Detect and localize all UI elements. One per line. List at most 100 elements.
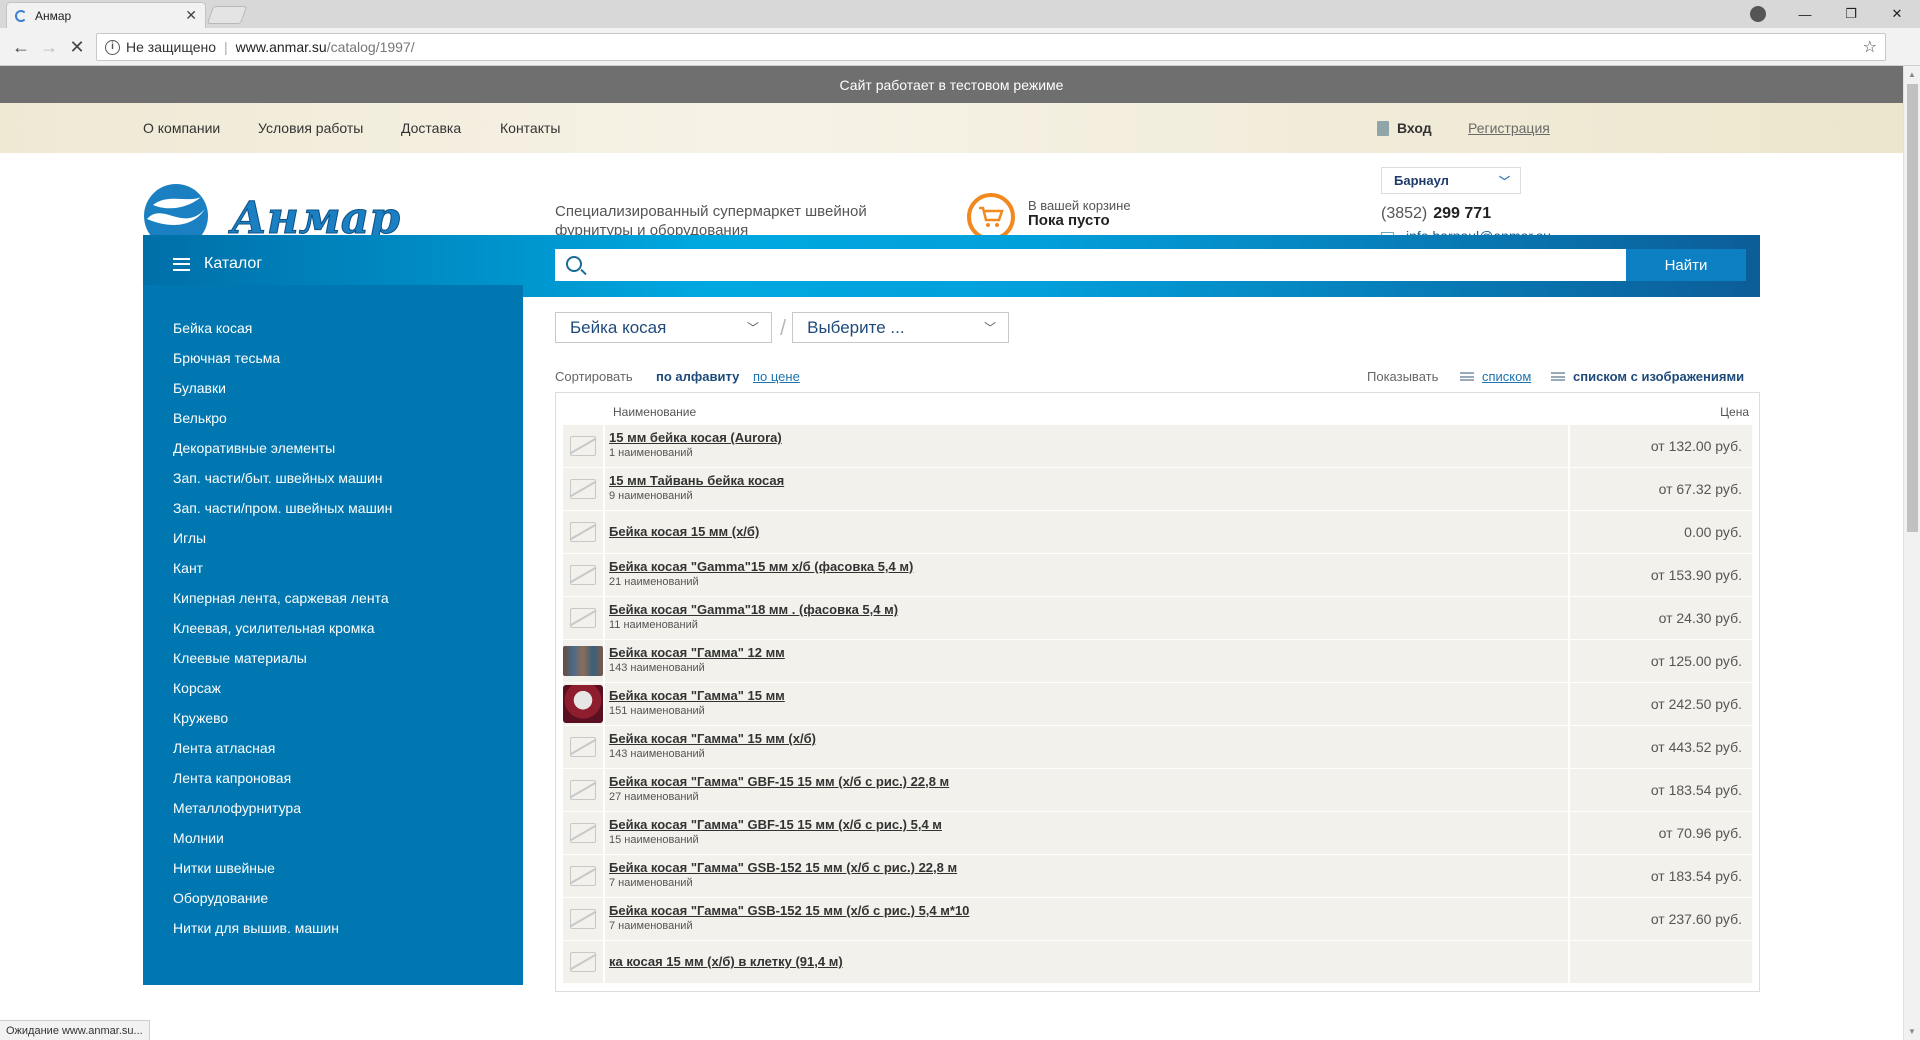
product-link[interactable]: Бейка косая "Гамма" GBF-15 15 мм (х/б с … xyxy=(609,774,1568,789)
sidebar-item[interactable]: Молнии xyxy=(143,823,523,853)
sidebar-item[interactable]: Лента капроновая xyxy=(143,763,523,793)
sidebar-item[interactable]: Клеевая, усилительная кромка xyxy=(143,613,523,643)
minimize-icon[interactable]: — xyxy=(1782,0,1828,28)
sidebar-item[interactable]: Нитки швейные xyxy=(143,853,523,883)
info-icon[interactable]: i xyxy=(105,39,120,55)
product-link[interactable]: Бейка косая 15 мм (х/б) xyxy=(609,524,1568,539)
register-link[interactable]: Регистрация xyxy=(1468,120,1550,136)
sidebar-item[interactable]: Корсаж xyxy=(143,673,523,703)
catalog-button[interactable]: Каталог xyxy=(173,255,262,273)
product-link[interactable]: Бейка косая "Гамма" GSB-152 15 мм (х/б с… xyxy=(609,860,1568,875)
product-thumbnail[interactable] xyxy=(563,898,603,940)
sidebar-item[interactable]: Оборудование xyxy=(143,883,523,913)
sidebar-item[interactable]: Булавки xyxy=(143,373,523,403)
sidebar-item[interactable]: Кант xyxy=(143,553,523,583)
sidebar-item[interactable]: Зап. части/пром. швейных машин xyxy=(143,493,523,523)
product-thumbnail[interactable] xyxy=(563,597,603,639)
sidebar-item[interactable]: Клеевые материалы xyxy=(143,643,523,673)
url-bar[interactable]: i Не защищено | www.anmar.su /catalog/19… xyxy=(96,33,1886,61)
product-link[interactable]: Бейка косая "Гамма" GBF-15 15 мм (х/б с … xyxy=(609,817,1568,832)
search-input[interactable] xyxy=(555,249,1626,281)
product-thumbnail[interactable] xyxy=(563,640,603,682)
table-row[interactable]: Бейка косая "Гамма" GSB-152 15 мм (х/б с… xyxy=(563,898,1752,941)
forward-arrow-icon[interactable]: → xyxy=(38,37,60,58)
sidebar-item[interactable]: Бейка косая xyxy=(143,313,523,343)
subcategory-select[interactable]: Выберите ... ﹀ xyxy=(792,312,1010,343)
close-window-icon[interactable]: ✕ xyxy=(1874,0,1920,28)
product-thumbnail[interactable] xyxy=(563,726,603,768)
table-row[interactable]: Бейка косая "Гамма" GBF-15 15 мм (х/б с … xyxy=(563,812,1752,855)
sidebar-item[interactable]: Лента атласная xyxy=(143,733,523,763)
product-photo xyxy=(563,685,603,723)
scrollbar-thumb[interactable] xyxy=(1907,84,1918,532)
nav-terms[interactable]: Условия работы xyxy=(258,120,363,136)
product-link[interactable]: Бейка косая "Гамма" 12 мм xyxy=(609,645,1568,660)
search-button[interactable]: Найти xyxy=(1626,249,1746,281)
cart-summary[interactable]: В вашей корзине Пока пусто xyxy=(1028,198,1131,228)
view-images-toggle[interactable]: списком с изображениями xyxy=(1551,369,1744,384)
product-link[interactable]: 15 мм бейка косая (Aurora) xyxy=(609,430,1568,445)
maximize-icon[interactable]: ❐ xyxy=(1828,0,1874,28)
product-link[interactable]: ка косая 15 мм (х/б) в клетку (91,4 м) xyxy=(609,954,1568,969)
page-scrollbar[interactable]: ▲ ▼ xyxy=(1903,66,1920,1040)
table-row[interactable]: Бейка косая 15 мм (х/б) 0.00 руб. xyxy=(563,511,1752,554)
product-thumbnail[interactable] xyxy=(563,855,603,897)
back-arrow-icon[interactable]: ← xyxy=(10,37,32,58)
product-price: от 242.50 руб. xyxy=(1570,683,1752,725)
nav-about[interactable]: О компании xyxy=(143,120,220,136)
product-link[interactable]: Бейка косая "Гамма" GSB-152 15 мм (х/б с… xyxy=(609,903,1568,918)
table-row[interactable]: Бейка косая "Гамма" GSB-152 15 мм (х/б с… xyxy=(563,855,1752,898)
stop-icon[interactable]: ✕ xyxy=(66,37,88,58)
cart-icon[interactable] xyxy=(967,193,1015,241)
table-row[interactable]: Бейка косая "Gamma"18 мм . (фасовка 5,4 … xyxy=(563,597,1752,640)
sidebar-item[interactable]: Зап. части/быт. швейных машин xyxy=(143,463,523,493)
sort-alpha[interactable]: по алфавиту xyxy=(656,369,739,384)
table-row[interactable]: Бейка косая "Гамма" 12 мм 143 наименовани… xyxy=(563,640,1752,683)
product-thumbnail[interactable] xyxy=(563,812,603,854)
scroll-down-icon[interactable]: ▼ xyxy=(1908,1027,1916,1036)
table-row[interactable]: Бейка косая "Гамма" 15 мм (х/б) 143 наиме… xyxy=(563,726,1752,769)
sidebar-item[interactable]: Декоративные элементы xyxy=(143,433,523,463)
product-thumbnail[interactable] xyxy=(563,683,603,725)
nav-contacts[interactable]: Контакты xyxy=(500,120,560,136)
city-select[interactable]: Барнаул ﹀ xyxy=(1381,167,1521,194)
sidebar-item[interactable]: Киперная лента, саржевая лента xyxy=(143,583,523,613)
view-list-toggle[interactable]: списком xyxy=(1460,369,1531,384)
product-link[interactable]: Бейка косая "Gamma"18 мм . (фасовка 5,4 … xyxy=(609,602,1568,617)
product-name-cell: Бейка косая "Гамма" GSB-152 15 мм (х/б с… xyxy=(605,855,1568,897)
product-count: 9 наименований xyxy=(609,490,693,502)
bookmark-star-icon[interactable]: ☆ xyxy=(1863,37,1877,57)
table-row[interactable]: Бейка косая "Гамма" 15 мм 151 наименовани… xyxy=(563,683,1752,726)
sidebar-item[interactable]: Металлофурнитура xyxy=(143,793,523,823)
product-thumbnail[interactable] xyxy=(563,511,603,553)
product-link[interactable]: 15 мм Тайвань бейка косая xyxy=(609,473,1568,488)
product-thumbnail[interactable] xyxy=(563,468,603,510)
scroll-up-icon[interactable]: ▲ xyxy=(1908,70,1916,79)
table-row[interactable]: 15 мм бейка косая (Aurora) 1 наименований… xyxy=(563,425,1752,468)
product-link[interactable]: Бейка косая "Gamma"15 мм х/б (фасовка 5,… xyxy=(609,559,1568,574)
sidebar-item[interactable]: Велькро xyxy=(143,403,523,433)
table-row[interactable]: 15 мм Тайвань бейка косая 9 наименований о… xyxy=(563,468,1752,511)
sidebar-item[interactable]: Брючная тесьма xyxy=(143,343,523,373)
table-row[interactable]: ка косая 15 мм (х/б) в клетку (91,4 м) xyxy=(563,941,1752,984)
tab-close-icon[interactable]: ✕ xyxy=(185,7,197,24)
browser-tab[interactable]: Анмар ✕ xyxy=(6,2,206,28)
product-link[interactable]: Бейка косая "Гамма" 15 мм xyxy=(609,688,1568,703)
product-thumbnail[interactable] xyxy=(563,941,603,983)
sidebar-item[interactable]: Иглы xyxy=(143,523,523,553)
category-select[interactable]: Бейка косая ﹀ xyxy=(555,312,772,343)
new-tab-button[interactable] xyxy=(206,6,248,24)
table-row[interactable]: Бейка косая "Gamma"15 мм х/б (фасовка 5,… xyxy=(563,554,1752,597)
login-link[interactable]: Вход xyxy=(1377,120,1432,136)
product-thumbnail[interactable] xyxy=(563,425,603,467)
product-thumbnail[interactable] xyxy=(563,554,603,596)
account-icon[interactable] xyxy=(1750,6,1766,22)
product-link[interactable]: Бейка косая "Гамма" 15 мм (х/б) xyxy=(609,731,1568,746)
product-name-cell: Бейка косая 15 мм (х/б) xyxy=(605,511,1568,553)
sidebar-item[interactable]: Нитки для вышив. машин xyxy=(143,913,523,943)
product-thumbnail[interactable] xyxy=(563,769,603,811)
sort-price[interactable]: по цене xyxy=(753,369,800,384)
table-row[interactable]: Бейка косая "Гамма" GBF-15 15 мм (х/б с … xyxy=(563,769,1752,812)
nav-delivery[interactable]: Доставка xyxy=(401,120,461,136)
sidebar-item[interactable]: Кружево xyxy=(143,703,523,733)
